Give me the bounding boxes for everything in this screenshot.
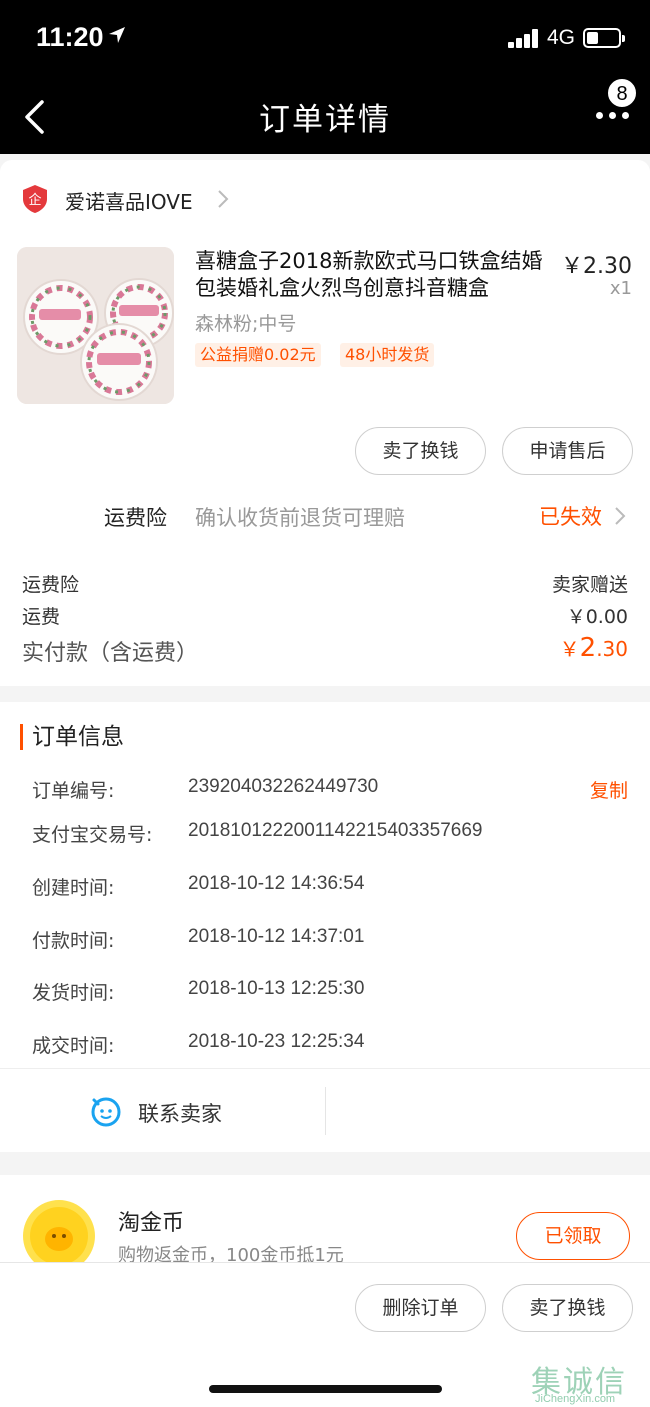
paid-time: 2018-10-12 14:37:01 [188, 926, 365, 947]
total-currency: ￥ [559, 637, 580, 661]
alipay-trade-number: 2018101222001142215403357669 [188, 820, 483, 841]
product-card: 企 爱诺喜品IOVE 喜糖盒子2018新款欧式马口铁盒结婚包装婚礼盒火烈鸟创意抖… [0, 160, 650, 686]
total-paid-amount: ￥2.30 [560, 633, 628, 663]
created-time: 2018-10-12 14:36:54 [188, 873, 365, 894]
shipping-insurance-title: 运费险 [104, 506, 167, 530]
bottom-action-bar: 删除订单 卖了换钱 集诚信 JiChengXin.com [0, 1262, 650, 1407]
summary-value: ￥0.00 [566, 606, 628, 628]
total-integer: 2 [579, 633, 597, 663]
copy-order-number-button[interactable]: 复制 [590, 776, 628, 803]
battery-icon [583, 28, 625, 48]
product-sku: 森林粉;中号 [195, 313, 297, 335]
completed-time: 2018-10-23 12:25:34 [188, 1031, 365, 1052]
sell-for-cash-button[interactable]: 卖了换钱 [355, 427, 486, 475]
delete-order-button[interactable]: 删除订单 [355, 1284, 486, 1332]
nav-bar: 订单详情 8 [0, 77, 650, 154]
product-price: ￥2.30 [561, 254, 632, 279]
contact-seller-button[interactable]: 联系卖家 [138, 1098, 222, 1128]
contact-seller-row: 联系卖家 [0, 1068, 650, 1152]
order-info-heading: 订单信息 [20, 724, 124, 750]
status-bar: 11:20 4G [0, 0, 650, 80]
shipping-insurance-status[interactable]: 已失效 [539, 501, 602, 531]
shipping-insurance-desc: 确认收货前退货可理赔 [195, 506, 405, 530]
order-number: 239204032262449730 [188, 776, 379, 797]
info-label: 订单编号: [32, 780, 115, 802]
info-label: 付款时间: [32, 930, 115, 952]
watermark-url: JiChengXin.com [535, 1393, 616, 1405]
total-decimal: .30 [596, 637, 628, 661]
total-paid-label: 实付款（含运费） [22, 641, 199, 666]
signal-strength-icon [508, 28, 540, 48]
info-label: 创建时间: [32, 877, 115, 899]
svg-text:企: 企 [28, 192, 41, 208]
product-image[interactable] [17, 247, 174, 404]
network-type: 4G [547, 26, 576, 49]
summary-label: 运费 [22, 606, 61, 628]
coins-title: 淘金币 [118, 1211, 185, 1236]
chevron-right-icon [615, 507, 626, 525]
product-quantity: x1 [609, 278, 632, 299]
charity-tag: 公益捐赠0.02元 [195, 343, 321, 367]
divider [325, 1087, 326, 1135]
shipped-time: 2018-10-13 12:25:30 [188, 978, 365, 999]
product-title[interactable]: 喜糖盒子2018新款欧式马口铁盒结婚包装婚礼盒火烈鸟创意抖音糖盒 [195, 248, 551, 302]
chat-bubble-icon[interactable] [90, 1095, 122, 1127]
shop-name: 爱诺喜品IOVE [65, 190, 193, 214]
summary-value: 卖家赠送 [551, 574, 628, 596]
info-label: 发货时间: [32, 982, 115, 1004]
tmall-shop-icon: 企 [23, 185, 47, 213]
status-time: 11:20 [36, 22, 104, 52]
info-label: 成交时间: [32, 1035, 115, 1057]
summary-label: 运费险 [22, 574, 80, 596]
after-sales-button[interactable]: 申请售后 [502, 427, 633, 475]
watermark: 集诚信 JiChengXin.com [531, 1357, 647, 1405]
info-label: 支付宝交易号: [32, 824, 153, 846]
location-arrow-icon [109, 27, 125, 43]
chevron-right-icon [218, 190, 229, 208]
shipping-tag: 48小时发货 [340, 343, 435, 367]
more-options-icon[interactable] [596, 112, 630, 122]
message-count-badge: 8 [606, 77, 638, 109]
home-indicator[interactable] [209, 1385, 442, 1393]
page-title: 订单详情 [259, 102, 391, 138]
sell-for-cash-button[interactable]: 卖了换钱 [502, 1284, 633, 1332]
claimed-button[interactable]: 已领取 [516, 1212, 630, 1260]
order-info-card: 订单信息 复制 订单编号: 239204032262449730 支付宝交易号:… [0, 702, 650, 1152]
